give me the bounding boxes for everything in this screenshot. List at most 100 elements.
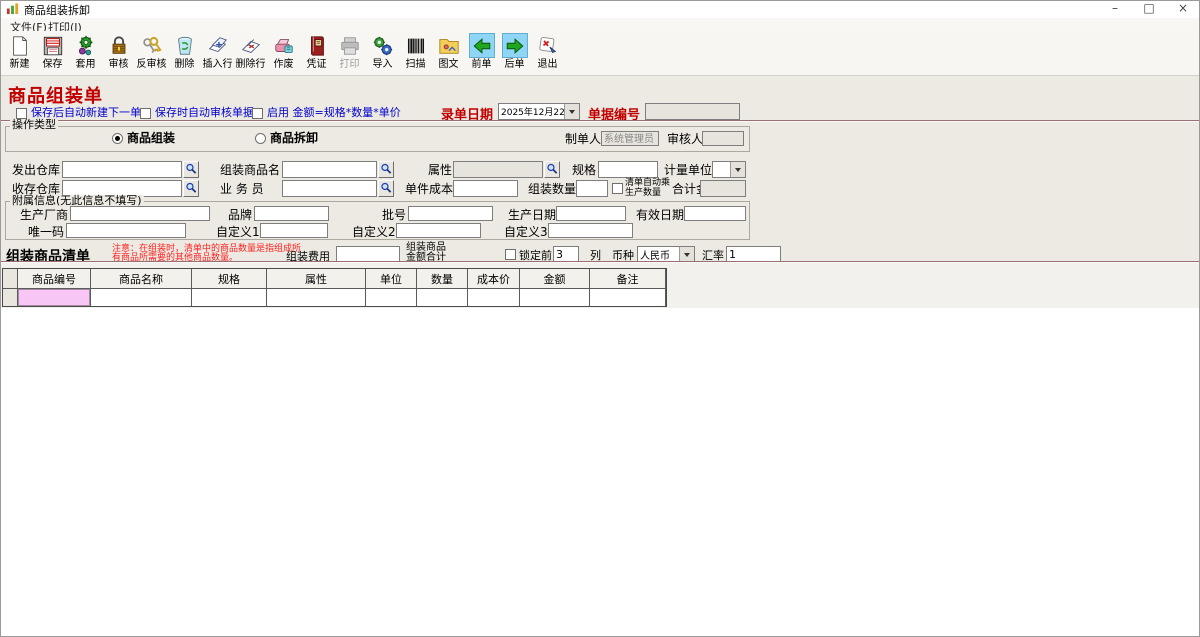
custom1-input[interactable]: [260, 223, 328, 238]
toolbar: 新建保存套用审核反审核删除插入行删除行作废凭证打印导入扫描图文前单后单退出: [0, 31, 1200, 76]
table-cell[interactable]: [520, 289, 590, 306]
toolbar-button-label: 前单: [472, 58, 492, 71]
batch-no-input[interactable]: [408, 206, 493, 221]
manufacturer-input[interactable]: [70, 206, 210, 221]
radio-disassemble[interactable]: [255, 133, 266, 144]
magnifier-icon: [380, 181, 392, 197]
assemble-qty-input[interactable]: [576, 180, 608, 197]
auto-multiply-checkbox[interactable]: [612, 183, 623, 194]
toolbar-save-button[interactable]: 保存: [36, 31, 69, 74]
dropdown-arrow-icon: [564, 104, 579, 119]
radio-assemble-label[interactable]: 商品组装: [127, 132, 175, 145]
toolbar-exit-button[interactable]: 退出: [531, 31, 564, 74]
maximize-button[interactable]: □: [1132, 0, 1166, 18]
radio-assemble[interactable]: [112, 133, 123, 144]
custom2-input[interactable]: [396, 223, 481, 238]
manufacturer-label: 生产厂商: [20, 209, 68, 222]
minimize-button[interactable]: –: [1098, 0, 1132, 18]
active-cell[interactable]: [18, 289, 91, 306]
form-title: 商品组装单: [8, 82, 103, 108]
prev-arrow-icon: [469, 33, 495, 58]
import-gears-icon: [370, 33, 396, 58]
magnifier-icon: [185, 181, 197, 197]
auditor-label: 审核人: [667, 133, 703, 146]
salesman-input[interactable]: [282, 180, 377, 197]
unit-select[interactable]: [712, 161, 746, 178]
toolbar-button-label: 审核: [109, 58, 129, 71]
table-cell[interactable]: [91, 289, 192, 306]
magnifier-icon: [380, 162, 392, 178]
out-warehouse-lookup-button[interactable]: [183, 161, 199, 178]
attribute-lookup-button[interactable]: [544, 161, 560, 178]
toolbar-void-button[interactable]: 作废: [267, 31, 300, 74]
assemble-qty-label: 组装数量: [528, 183, 576, 196]
product-name-input[interactable]: [282, 161, 377, 178]
auto-audit-checkbox[interactable]: [140, 108, 151, 119]
enable-formula-checkbox[interactable]: [252, 108, 263, 119]
auto-audit-label: 保存时自动审核单据: [155, 107, 254, 119]
toolbar-import-button[interactable]: 导入: [366, 31, 399, 74]
brand-input[interactable]: [254, 206, 329, 221]
toolbar-delete-row-button[interactable]: 删除行: [234, 31, 267, 74]
apply-gear-icon: [73, 33, 99, 58]
in-warehouse-lookup-button[interactable]: [183, 180, 199, 197]
toolbar-next-button[interactable]: 后单: [498, 31, 531, 74]
column-header: 备注: [590, 269, 666, 289]
table-cell[interactable]: [590, 289, 666, 306]
valid-date-input[interactable]: [684, 206, 746, 221]
out-warehouse-input[interactable]: [62, 161, 182, 178]
new-doc-icon: [7, 33, 33, 58]
toolbar-audit-button[interactable]: 审核: [102, 31, 135, 74]
toolbar-image-button[interactable]: 图文: [432, 31, 465, 74]
toolbar-delete-button[interactable]: 删除: [168, 31, 201, 74]
table-row: [3, 289, 666, 306]
table-cell[interactable]: [192, 289, 267, 306]
table-cell[interactable]: [366, 289, 417, 306]
toolbar-prev-button[interactable]: 前单: [465, 31, 498, 74]
delete-row-icon: [238, 33, 264, 58]
toolbar-new-button[interactable]: 新建: [3, 31, 36, 74]
radio-disassemble-label[interactable]: 商品拆卸: [270, 132, 318, 145]
toolbar-button-label: 套用: [76, 58, 96, 71]
column-header: 商品名称: [91, 269, 192, 289]
attribute-field: [453, 161, 543, 178]
custom3-input[interactable]: [548, 223, 633, 238]
toolbar-apply-button[interactable]: 套用: [69, 31, 102, 74]
unit-label: 计量单位: [664, 164, 712, 177]
voucher-book-icon: [304, 33, 330, 58]
maker-field: 系统管理员: [601, 131, 659, 146]
record-date-select[interactable]: 2025年12月22日: [498, 103, 580, 120]
image-folder-icon: [436, 33, 462, 58]
toolbar-button-label: 作废: [274, 58, 294, 71]
unique-code-input[interactable]: [66, 223, 186, 238]
toolbar-button-label: 导入: [373, 58, 393, 71]
prod-date-label: 生产日期: [508, 209, 556, 222]
table-cell[interactable]: [417, 289, 468, 306]
spec-input[interactable]: [598, 161, 658, 178]
print-icon: [337, 33, 363, 58]
table-cell[interactable]: [267, 289, 366, 306]
toolbar-insert-row-button[interactable]: 插入行: [201, 31, 234, 74]
toolbar-button-label: 图文: [439, 58, 459, 71]
op-type-group-label: 操作类型: [10, 119, 58, 131]
toolbar-button-label: 退出: [538, 58, 558, 71]
row-selector-header: [3, 269, 18, 289]
prod-date-input[interactable]: [556, 206, 626, 221]
lock-columns-checkbox[interactable]: [505, 249, 516, 260]
column-header: 规格: [192, 269, 267, 289]
toolbar-unaudit-button[interactable]: 反审核: [135, 31, 168, 74]
table-cell[interactable]: [468, 289, 520, 306]
product-name-lookup-button[interactable]: [378, 161, 394, 178]
currency-value: 人民币: [638, 247, 679, 262]
batch-no-label: 批号: [382, 209, 406, 222]
record-date-value: 2025年12月22日: [499, 105, 564, 118]
exit-icon: [535, 33, 561, 58]
maker-value: 系统管理员: [602, 134, 654, 145]
magnifier-icon: [185, 162, 197, 178]
toolbar-voucher-button[interactable]: 凭证: [300, 31, 333, 74]
app-icon: [6, 2, 19, 18]
salesman-lookup-button[interactable]: [378, 180, 394, 197]
toolbar-scan-button[interactable]: 扫描: [399, 31, 432, 74]
close-button[interactable]: ×: [1166, 0, 1200, 18]
unit-cost-input[interactable]: [453, 180, 518, 197]
